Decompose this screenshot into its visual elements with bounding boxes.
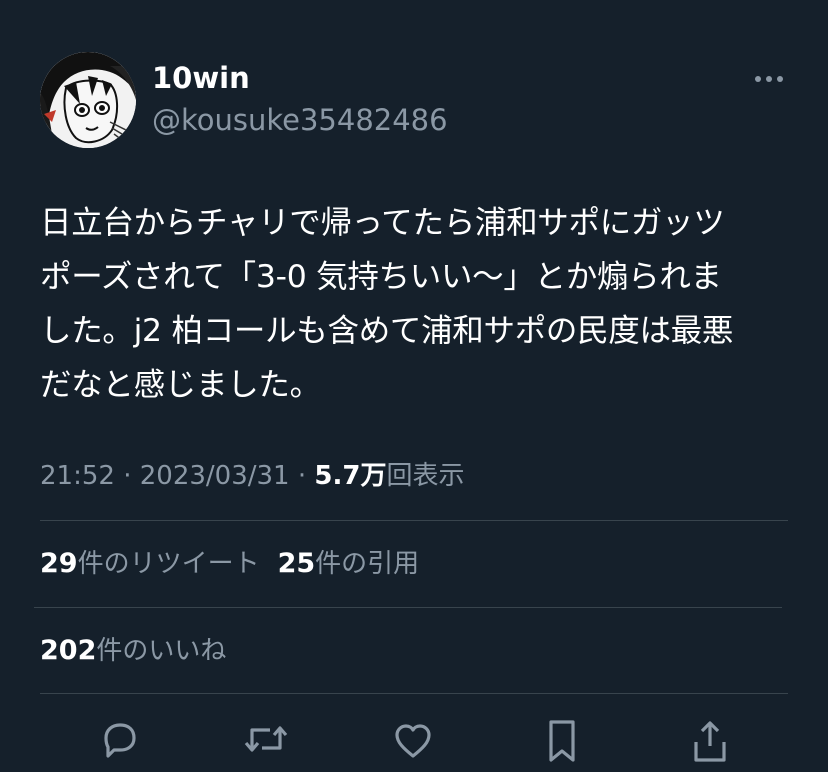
quotes-label: 件の引用: [315, 549, 420, 579]
bookmark-button[interactable]: [534, 716, 590, 772]
reply-icon: [104, 723, 136, 758]
like-button[interactable]: [385, 716, 441, 772]
quotes-stat-link[interactable]: 25件の引用: [277, 548, 420, 579]
views-count[interactable]: 5.7万: [314, 461, 386, 491]
tweet-text-line: ポーズされて「3-0 気持ちいい〜」とか煽られま: [40, 259, 722, 295]
user-handle[interactable]: @kousuke35482486: [152, 100, 448, 140]
meta-separator: ·: [297, 461, 307, 491]
likes-stats: 202件のいいね: [40, 631, 226, 671]
retweets-label: 件のリツイート: [77, 549, 260, 579]
tweet-text-line: した。j2 柏コールも含めて浦和サポの民度は最悪: [40, 313, 734, 349]
share-button[interactable]: [682, 716, 738, 772]
avatar[interactable]: [40, 52, 136, 148]
tweet-text-line: だなと感じました。: [40, 367, 321, 403]
divider: [40, 520, 788, 521]
views-label: 回表示: [386, 461, 465, 491]
tweet-text: 日立台からチャリで帰ってたら浦和サポにガッツ ポーズされて「3-0 気持ちいい〜…: [40, 196, 800, 412]
tweet-time[interactable]: 21:52: [40, 461, 115, 491]
share-icon: [694, 721, 726, 762]
retweet-quote-stats: 29件のリツイート 25件の引用: [40, 544, 419, 584]
tweet-text-line: 日立台からチャリで帰ってたら浦和サポにガッツ: [40, 205, 725, 241]
likes-count: 202: [40, 635, 97, 666]
like-icon: [395, 724, 431, 758]
tweet-date[interactable]: 2023/03/31: [140, 461, 290, 491]
likes-label: 件のいいね: [96, 636, 227, 666]
retweet-button[interactable]: [238, 716, 294, 772]
display-name[interactable]: 10win: [152, 58, 250, 98]
reply-button[interactable]: [92, 716, 148, 772]
bookmark-icon: [549, 720, 575, 762]
more-options-button[interactable]: [750, 62, 790, 94]
retweets-stat-link[interactable]: 29件のリツイート: [40, 548, 260, 579]
meta-separator: ·: [123, 461, 132, 491]
avatar-illustration: [40, 52, 136, 148]
quotes-count: 25: [277, 548, 316, 579]
retweets-count: 29: [40, 548, 78, 579]
divider: [40, 693, 788, 694]
likes-stat-link[interactable]: 202件のいいね: [40, 635, 227, 666]
retweet-icon: [244, 726, 288, 752]
more-icon: [755, 76, 783, 82]
tweet-meta: 21:52 · 2023/03/31 · 5.7万回表示: [40, 456, 464, 496]
divider: [34, 607, 782, 608]
